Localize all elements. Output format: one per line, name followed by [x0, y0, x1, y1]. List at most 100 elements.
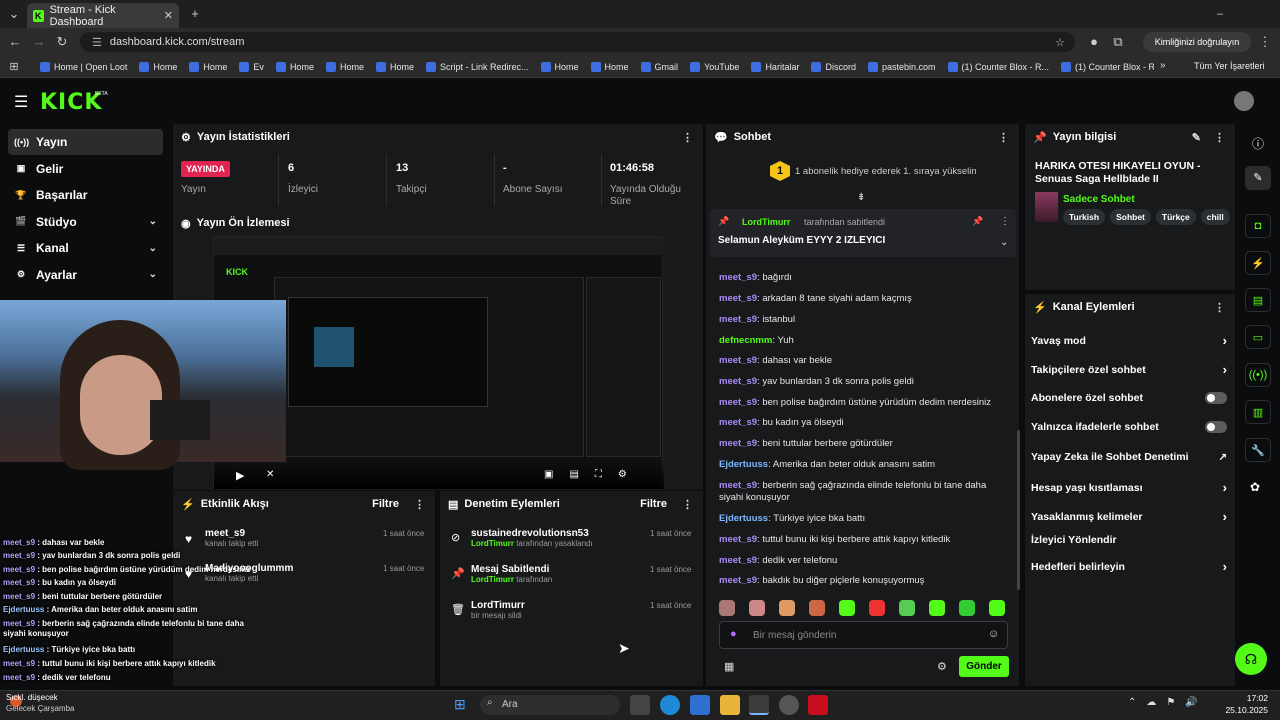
settings-icon[interactable]: ⚙ [937, 660, 947, 673]
chat-scrollbar[interactable] [1017, 430, 1020, 590]
activity-item[interactable]: meet_s9 kanalı takip etti [205, 528, 258, 548]
more-icon[interactable]: ⋮ [682, 498, 693, 511]
chevron-down-icon[interactable]: ⌄ [1000, 237, 1008, 248]
channel-action-row[interactable]: Yasaklanmış kelimeler › [1031, 509, 1227, 524]
edit-icon[interactable]: ✎ [1245, 166, 1271, 190]
bookmark-item[interactable]: Home [535, 62, 585, 72]
channel-action-row[interactable]: Yapay Zeka ile Sohbet Denetimi ↗ [1031, 451, 1227, 463]
emote-icon[interactable] [809, 600, 825, 616]
apps-icon[interactable]: ⊞ [6, 57, 22, 77]
store-icon[interactable] [690, 695, 710, 715]
play-icon[interactable]: ▶ [236, 469, 244, 482]
emote-icon[interactable] [899, 600, 915, 616]
chat-username[interactable]: Ejdertuuss [719, 459, 768, 470]
pinned-message[interactable]: 📌 LordTimurr tarafından sabitlendi Selam… [710, 209, 1016, 257]
reload-icon[interactable]: ↻ [53, 32, 71, 52]
bookmark-item[interactable]: Gmail [635, 62, 685, 72]
chat-message[interactable]: Ejdertuuss: Amerika dan beter olduk anas… [719, 459, 1009, 471]
all-bookmarks[interactable]: Tüm Yer İşaretleri [1194, 61, 1265, 71]
toggle-switch[interactable] [1205, 392, 1227, 404]
bookmark-item[interactable]: Home [183, 62, 233, 72]
bookmark-item[interactable]: (1) Counter Blox - R... [942, 62, 1056, 72]
emote-icon[interactable] [719, 600, 735, 616]
chat-username[interactable]: meet_s9 [719, 480, 757, 491]
chat-username[interactable]: meet_s9 [719, 314, 757, 325]
app-icon[interactable] [779, 695, 799, 715]
moderation-item[interactable]: Mesaj Sabitlendi LordTimurr tarafından [471, 564, 552, 584]
support-icon[interactable]: ☊ [1235, 643, 1267, 675]
emote-icon[interactable] [959, 600, 975, 616]
bookmark-item[interactable]: YouTube [684, 62, 745, 72]
broadcast-icon[interactable]: ((•)) [1245, 363, 1271, 387]
more-icon[interactable]: ⋮ [998, 131, 1009, 144]
info-icon[interactable]: ⓘ [1252, 135, 1264, 152]
bookmark-item[interactable]: Home [585, 62, 635, 72]
camera-icon[interactable]: ◘ [1245, 214, 1271, 238]
emote-icon[interactable] [839, 600, 855, 616]
forward-icon[interactable]: → [30, 32, 48, 52]
apps-icon[interactable]: ✿ [1250, 480, 1260, 494]
menu-icon[interactable]: ⋮ [1258, 32, 1272, 52]
bookmark-item[interactable]: Home [270, 62, 320, 72]
channel-action-row[interactable]: Hedefleri belirleyin › [1031, 559, 1227, 574]
bookmark-item[interactable]: Home [133, 62, 183, 72]
chat-message[interactable]: Ejdertuuss: Türkiye iyice bka battı [719, 513, 1009, 525]
chat-message[interactable]: meet_s9: bağırdı [719, 272, 1009, 284]
edge-icon[interactable] [660, 695, 680, 715]
sidebar-item[interactable]: ((•)) Yayın [8, 129, 163, 155]
chat-username[interactable]: defnecnmm [719, 335, 772, 346]
chat-username[interactable]: meet_s9 [719, 397, 757, 408]
activity-item[interactable]: Madiyoooglummm kanalı takip etti [205, 563, 293, 583]
tag[interactable]: Türkçe [1155, 209, 1196, 225]
channel-action-row[interactable]: Yavaş mod › [1031, 333, 1227, 348]
system-tray-icons[interactable]: ⌃☁⚑🔊 [1128, 697, 1208, 708]
emote-icon[interactable] [929, 600, 945, 616]
store-icon[interactable]: ▦ [724, 660, 734, 673]
toggle-switch[interactable] [1205, 421, 1227, 433]
sidebar-item[interactable]: ☰ Kanal ⌄ [8, 235, 163, 261]
weather-temp[interactable]: Sıckl. düşecek [6, 693, 58, 702]
more-icon[interactable]: ⋮ [682, 131, 693, 144]
sidebar-item[interactable]: 🎬 Stüdyo ⌄ [8, 209, 163, 235]
player-controls[interactable]: ▣▤⛶⚙ [544, 469, 643, 480]
chat-username[interactable]: meet_s9 [719, 575, 757, 586]
tab-list-icon[interactable]: ⌄ [4, 4, 24, 24]
bookmark-item[interactable]: pastebin.com [862, 62, 942, 72]
browser-tab[interactable]: K Stream - Kick Dashboard ✕ [27, 3, 179, 28]
channel-action-row[interactable]: Takipçilere özel sohbet › [1031, 362, 1227, 377]
moderator-name[interactable]: LordTimurr [471, 575, 514, 584]
chat-icon[interactable]: ▭ [1245, 325, 1271, 349]
bookmark-item[interactable]: Home | Open Loot [34, 62, 133, 72]
gift-banner[interactable]: 1 abonelik hediye ederek 1. sıraya yükse… [795, 166, 977, 177]
chat-message[interactable]: meet_s9: berberin sağ çağrazında elinde … [719, 480, 1009, 504]
new-tab-icon[interactable]: + [186, 4, 204, 24]
more-icon[interactable]: ⋮ [1000, 216, 1010, 227]
chat-username[interactable]: meet_s9 [719, 293, 757, 304]
hamburger-menu-icon[interactable]: ☰ [14, 92, 28, 112]
activity-username[interactable]: meet_s9 [205, 528, 258, 539]
activity-filter-button[interactable]: Filtre [372, 498, 399, 510]
emote-icon[interactable] [869, 600, 885, 616]
back-icon[interactable]: ← [6, 32, 24, 52]
chat-username[interactable]: Ejdertuuss [719, 513, 768, 524]
moderation-item[interactable]: sustainedrevolutionsn53 LordTimurr tarafı… [471, 528, 593, 548]
windows-start-icon[interactable]: ⊞ [454, 696, 466, 713]
site-info-icon[interactable]: ☰ [92, 36, 102, 49]
emote-icon[interactable] [749, 600, 765, 616]
bookmark-item[interactable]: Home [320, 62, 370, 72]
moderation-filter-button[interactable]: Filtre [640, 498, 667, 510]
sidebar-item[interactable]: ▣ Gelir [8, 156, 163, 182]
tag[interactable]: chill [1200, 209, 1230, 225]
sidebar-item[interactable]: 🏆 Başarılar [8, 182, 163, 208]
wrench-icon[interactable]: 🔧 [1245, 438, 1271, 462]
edit-icon[interactable]: ✎ [1192, 131, 1201, 144]
folder-icon[interactable] [720, 695, 740, 715]
more-bookmarks-icon[interactable]: » [1160, 60, 1166, 71]
bookmark-item[interactable]: Discord [805, 62, 862, 72]
document-icon[interactable]: ▤ [1245, 288, 1271, 312]
send-button[interactable]: Gönder [959, 656, 1009, 677]
chat-input[interactable]: ● Bir mesaj gönderin ☺ [719, 621, 1008, 649]
more-icon[interactable]: ⋮ [1214, 301, 1225, 314]
verify-identity-button[interactable]: Kimliğinizi doğrulayın [1143, 32, 1251, 52]
clock-time[interactable]: 17:02 [1228, 693, 1268, 703]
